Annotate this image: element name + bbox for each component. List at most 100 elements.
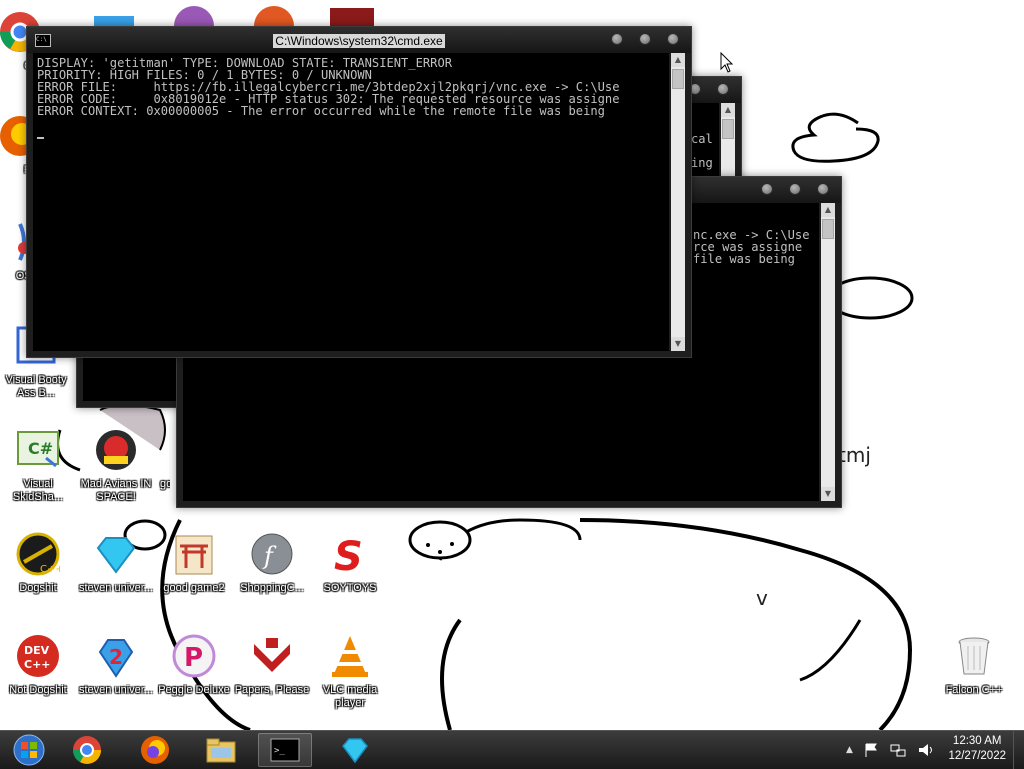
desktop-icon-label: VLC media player (322, 684, 378, 709)
desktop-icon-steven-universe-1[interactable]: steven univer... (76, 530, 156, 595)
desktop-icon-label: Visual Booty Ass B... (5, 374, 67, 399)
papers-please-icon (248, 632, 296, 680)
start-button[interactable] (2, 733, 56, 767)
text-cursor (37, 137, 44, 139)
desktop-icon-label: Visual SkidSha... (12, 478, 64, 503)
maximize-button[interactable] (639, 33, 651, 45)
desktop-icon-papers-please[interactable]: Papers, Please (232, 632, 312, 697)
svg-text:C++: C++ (24, 658, 51, 671)
desktop-icon-label: SOYTOYS (323, 582, 377, 594)
taskbar-item-chrome[interactable] (60, 733, 114, 767)
vlc-icon (326, 632, 374, 680)
steven-universe-2-icon: 2 (92, 632, 140, 680)
scroll-thumb[interactable] (822, 219, 834, 239)
cmd-window-front[interactable]: C:\ C:\Windows\system32\cmd.exe DISPLAY:… (26, 26, 692, 358)
desktop-icon-label: Not Dogshit (9, 684, 67, 696)
desktop-icon-dogshit[interactable]: C++ Dogshit (0, 530, 78, 595)
wallpaper-v-text: v (756, 586, 768, 610)
console-line: file was being (693, 252, 795, 266)
flash-icon: f (248, 530, 296, 578)
console-line: ing (691, 156, 713, 170)
vertical-scrollbar[interactable]: ▲ ▼ (671, 53, 685, 351)
close-button[interactable] (717, 83, 729, 95)
svg-text:2: 2 (109, 645, 123, 669)
desktop-icon-partial-top[interactable] (250, 6, 298, 46)
gem-icon (92, 530, 140, 578)
csharp-icon: C# (14, 426, 62, 474)
console-line: ERROR CONTEXT: 0x00000005 - The error oc… (37, 104, 605, 118)
taskbar-item-file-explorer[interactable] (194, 733, 248, 767)
svg-text:P: P (184, 643, 203, 673)
minimize-button[interactable] (611, 33, 623, 45)
window-titlebar[interactable]: C:\ C:\Windows\system32\cmd.exe (27, 27, 691, 53)
scroll-thumb[interactable] (672, 69, 684, 89)
wallpaper-scribble-text: tmj (838, 443, 871, 467)
desktop-icon-label: steven univer... (79, 684, 153, 696)
desktop-icon-shoppingc[interactable]: f ShoppingC... (232, 530, 312, 595)
scroll-thumb[interactable] (722, 119, 734, 139)
action-center-flag-icon[interactable] (863, 742, 879, 758)
desktop-icon-label: Falcon C++ (945, 684, 1003, 696)
chrome-icon (73, 736, 101, 764)
game-icon (150, 426, 151, 474)
app-icon (174, 6, 214, 46)
clock-date: 12/27/2022 (948, 750, 1006, 762)
scroll-down-arrow-icon[interactable]: ▼ (671, 337, 685, 351)
s-logo-icon: S (326, 530, 374, 578)
taskbar-item-firefox[interactable] (128, 733, 182, 767)
desktop-icon-go[interactable]: go (130, 426, 170, 491)
desktop-icon-label: Papers, Please (234, 684, 310, 696)
scroll-up-arrow-icon[interactable]: ▲ (671, 53, 685, 67)
volume-icon[interactable] (917, 742, 935, 758)
desktop-icon-visual-skidsha[interactable]: C# Visual SkidSha... (0, 426, 78, 504)
scroll-down-arrow-icon[interactable]: ▼ (821, 487, 835, 501)
taskbar-clock[interactable]: 12:30 AM 12/27/2022 (948, 734, 1006, 764)
clock-time: 12:30 AM (952, 735, 1002, 747)
desktop-icon-not-dogshit[interactable]: DEV C++ Not Dogshit (0, 632, 78, 697)
recycle-bin-icon (950, 632, 998, 680)
desktop-icon-vlc[interactable]: VLC media player (310, 632, 390, 710)
desktop-icon-soytoys[interactable]: S SOYTOYS (310, 530, 390, 595)
scroll-up-arrow-icon[interactable]: ▲ (721, 103, 735, 117)
window-title: C:\Windows\system32\cmd.exe (273, 34, 445, 48)
minimize-button[interactable] (761, 183, 773, 195)
windows-logo-icon (13, 734, 45, 766)
dev-cpp-icon: DEV C++ (14, 632, 62, 680)
console-line: cal (691, 132, 713, 146)
desktop-icon-partial-top[interactable] (330, 8, 374, 28)
show-hidden-icons-chevron-icon[interactable]: ▲ (846, 745, 853, 755)
desktop-icon-steven-universe-2[interactable]: 2 steven univer... (76, 632, 156, 697)
desktop-icon-label: good game2 (163, 582, 225, 594)
svg-text:>_: >_ (274, 746, 285, 756)
desktop-icon-partial-top[interactable] (170, 6, 218, 46)
desktop-icon-good-game2[interactable]: good game2 (154, 530, 234, 595)
close-button[interactable] (817, 183, 829, 195)
close-button[interactable] (667, 33, 679, 45)
network-icon[interactable] (889, 742, 907, 758)
desktop-icon-peggle[interactable]: P Peggle Deluxe (154, 632, 234, 697)
desktop-icon-label: steven univer... (79, 582, 153, 594)
folder-icon (206, 738, 236, 763)
app-icon (254, 6, 294, 46)
system-tray: ▲ (846, 731, 935, 769)
mouse-pointer-icon (720, 52, 734, 73)
maximize-button[interactable] (789, 183, 801, 195)
cpp-icon: C++ (14, 530, 62, 578)
desktop-icon-falcon-cpp[interactable]: Falcon C++ (934, 632, 1014, 697)
console-output: DISPLAY: 'getitman' TYPE: DOWNLOAD STATE… (33, 53, 669, 351)
desktop-icon-label: ShoppingC... (240, 582, 304, 594)
cmd-icon: >_ (270, 738, 300, 762)
gem-icon (342, 738, 368, 764)
desktop-icon-label: Dogshit (19, 582, 57, 594)
svg-text:C++: C++ (40, 564, 60, 575)
scroll-up-arrow-icon[interactable]: ▲ (821, 203, 835, 217)
firefox-icon (141, 736, 169, 764)
show-desktop-button[interactable] (1013, 731, 1024, 769)
peggle-icon: P (170, 632, 218, 680)
vertical-scrollbar[interactable]: ▲ ▼ (821, 203, 835, 501)
app-icon (330, 8, 374, 28)
svg-text:C#: C# (28, 439, 53, 458)
svg-text:DEV: DEV (24, 644, 50, 657)
taskbar-item-cmd[interactable]: >_ (258, 733, 312, 767)
taskbar-item-steven-universe[interactable] (328, 733, 382, 767)
